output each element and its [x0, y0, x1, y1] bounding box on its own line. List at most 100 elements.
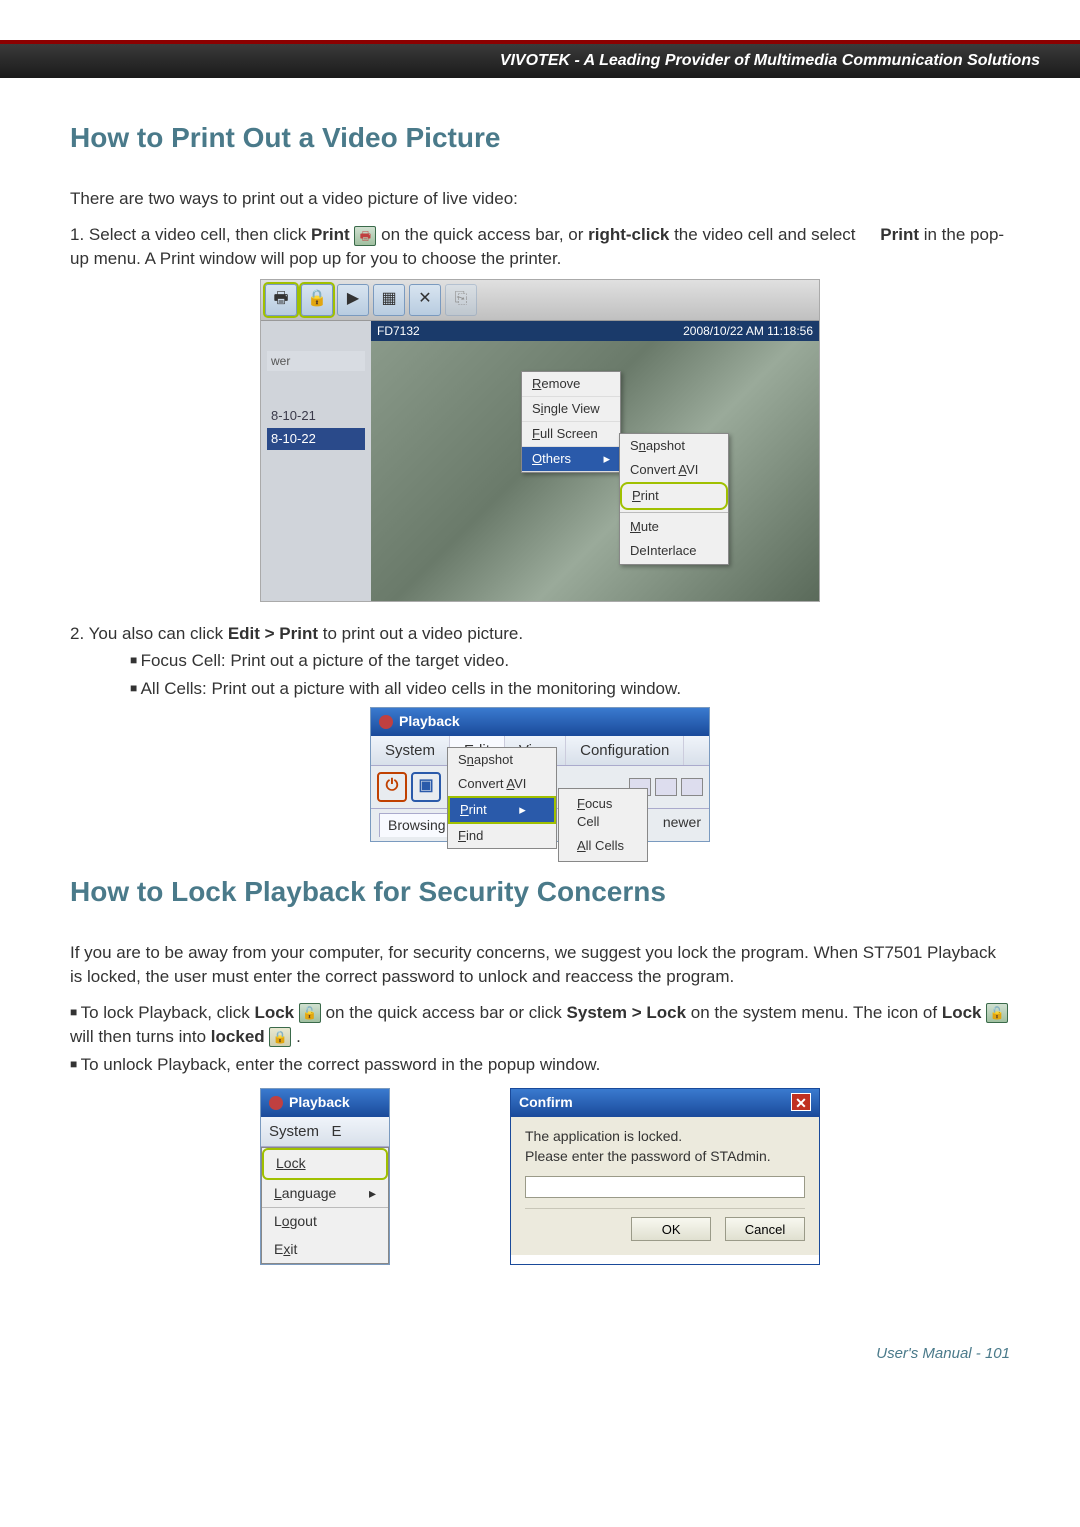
ctx-mute[interactable]: Mute — [620, 515, 728, 539]
page-footer: User's Manual - 101 — [0, 1325, 1080, 1402]
section1-title: How to Print Out a Video Picture — [70, 118, 1010, 157]
sys-language[interactable]: Language — [262, 1180, 388, 1208]
menu-configuration[interactable]: Configuration — [566, 736, 684, 765]
screenshot-context-menu: 🖶 🔒 ▶ ▦ ✕ ⎘ wer 8-10-21 8-10-22 FD7132 2… — [260, 279, 820, 602]
panel-header: wer — [267, 351, 365, 372]
page-content: How to Print Out a Video Picture There a… — [0, 78, 1080, 1325]
b1-text-b: on the quick access bar or click — [321, 1003, 567, 1022]
confirm-titlebar: Confirm ✕ — [511, 1089, 819, 1117]
confirm-line1: The application is locked. — [525, 1127, 805, 1147]
camera-name: FD7132 — [377, 323, 420, 340]
window-title-text: Playback — [289, 1093, 350, 1113]
system-dropdown: Lock Language Logout Exit — [261, 1147, 389, 1264]
section1-step1: 1. Select a video cell, then click Print… — [70, 223, 1010, 271]
step2-text-a: 2. You also can click — [70, 624, 228, 643]
ctx-others[interactable]: Others▸ — [522, 447, 620, 472]
tab-browsing[interactable]: Browsing — [379, 813, 455, 838]
ctx-convert-avi[interactable]: Convert AVI — [620, 458, 728, 482]
mini-icon-3[interactable] — [681, 778, 703, 796]
convert-button[interactable]: ▶ — [337, 284, 369, 316]
dd-convert-avi[interactable]: Convert AVI — [448, 772, 556, 796]
dd-snapshot[interactable]: Snapshot — [448, 748, 556, 772]
confirm-dialog: Confirm ✕ The application is locked. Ple… — [510, 1088, 820, 1265]
ctx-remove[interactable]: RRemoveemove — [522, 372, 620, 397]
b1-text-c: on the system menu. The icon of — [686, 1003, 942, 1022]
section1-intro: There are two ways to print out a video … — [70, 187, 1010, 211]
cancel-button[interactable]: Cancel — [725, 1217, 805, 1241]
print-button[interactable]: 🖶 — [265, 284, 297, 316]
mini-icon-2[interactable] — [655, 778, 677, 796]
b1-systemlock: System > Lock — [567, 1003, 687, 1022]
step1-text-c: the video cell and select — [669, 225, 860, 244]
step1-text-a: 1. Select a video cell, then click — [70, 225, 311, 244]
ctx-deinterlace[interactable]: DeInterlace — [620, 539, 728, 563]
power-icon[interactable]: ⏻ — [377, 772, 407, 802]
window-title-text: Playback — [399, 712, 460, 732]
context-submenu: Snapshot Convert AVI Print Mute DeInterl… — [619, 433, 729, 565]
snapshot-button[interactable]: ✕ — [409, 284, 441, 316]
close-icon[interactable]: ✕ — [791, 1093, 811, 1111]
quick-access-toolbar: 🖶 🔒 ▶ ▦ ✕ ⎘ — [261, 280, 819, 321]
screenshot-system-menu: Playback System E Lock Language Logout E… — [260, 1088, 390, 1265]
confirm-body: The application is locked. Please enter … — [511, 1117, 819, 1255]
ok-button[interactable]: OK — [631, 1217, 711, 1241]
bottom-screenshots: Playback System E Lock Language Logout E… — [70, 1088, 1010, 1265]
b1-text-e: . — [291, 1027, 300, 1046]
app-icon — [379, 715, 393, 729]
section2-p1: If you are to be away from your computer… — [70, 941, 1010, 989]
newer-label: newer — [663, 813, 701, 838]
step2-text-b: to print out a video picture. — [318, 624, 523, 643]
sys-exit[interactable]: Exit — [262, 1236, 388, 1264]
b1-locked: locked — [211, 1027, 265, 1046]
disabled-button: ⎘ — [445, 284, 477, 316]
page-header: VIVOTEK - A Leading Provider of Multimed… — [0, 40, 1080, 78]
window-title: Playback — [371, 708, 709, 736]
menu-e[interactable]: E — [332, 1123, 342, 1140]
video-caption: FD7132 2008/10/22 AM 11:18:56 — [371, 321, 819, 342]
ctx-single-view[interactable]: Single View — [522, 397, 620, 422]
date-panel: wer 8-10-21 8-10-22 — [261, 321, 371, 601]
footer-page: 101 — [985, 1345, 1010, 1362]
locked-icon: 🔒 — [269, 1027, 291, 1047]
confirm-line2: Please enter the password of STAdmin. — [525, 1147, 805, 1167]
sys-lock[interactable]: Lock — [262, 1148, 388, 1180]
context-menu: RRemoveemove Single View Full Screen Oth… — [521, 371, 621, 474]
menu-system[interactable]: System — [371, 736, 450, 765]
dd-find[interactable]: Find — [448, 824, 556, 848]
b1-text-a: To lock Playback, click — [81, 1003, 255, 1022]
password-input[interactable] — [525, 1176, 805, 1198]
print-icon: 🖶 — [354, 226, 376, 246]
app-icon — [269, 1096, 283, 1110]
confirm-buttons: OK Cancel — [525, 1208, 805, 1241]
video-area: wer 8-10-21 8-10-22 FD7132 2008/10/22 AM… — [261, 321, 819, 601]
ctx-snapshot[interactable]: Snapshot — [620, 434, 728, 458]
lock-button[interactable]: 🔒 — [301, 284, 333, 316]
section2-bullet2: To unlock Playback, enter the correct pa… — [70, 1053, 1010, 1077]
sys-logout[interactable]: Logout — [262, 1208, 388, 1236]
timestamp: 2008/10/22 AM 11:18:56 — [683, 323, 813, 340]
lock-icon: 🔓 — [299, 1003, 321, 1023]
sub-all-cells[interactable]: All Cells — [569, 834, 637, 858]
screen-icon[interactable]: ▣ — [411, 772, 441, 802]
footer-label: User's Manual - — [876, 1345, 985, 1362]
dd-print[interactable]: Print ▸ — [448, 796, 556, 824]
ctx-full-screen[interactable]: Full Screen — [522, 422, 620, 447]
step1-rightclick: right-click — [588, 225, 669, 244]
step1-print-bold2: Print — [880, 225, 919, 244]
b1-lock: Lock — [254, 1003, 294, 1022]
menu-system[interactable]: System — [269, 1123, 319, 1140]
bullet-all-cells: All Cells: Print out a picture with all … — [130, 677, 1010, 701]
window-title: Playback — [261, 1089, 389, 1117]
screenshot-edit-menu: Playback System Edit View Configuration … — [370, 707, 710, 842]
sub-focus-cell[interactable]: Focus Cell — [569, 792, 637, 834]
step2-editprint: Edit > Print — [228, 624, 318, 643]
section2-bullet1: To lock Playback, click Lock 🔓 on the qu… — [70, 1001, 1010, 1049]
date-item[interactable]: 8-10-21 — [267, 405, 365, 427]
date-item-selected[interactable]: 8-10-22 — [267, 428, 365, 450]
section1-step2: 2. You also can click Edit > Print to pr… — [70, 622, 1010, 646]
bullet-focus-cell: Focus Cell: Print out a picture of the t… — [130, 649, 1010, 673]
video-cell[interactable]: FD7132 2008/10/22 AM 11:18:56 RRemoveemo… — [371, 321, 819, 601]
b1-text-d: will then turns into — [70, 1027, 211, 1046]
grid-button[interactable]: ▦ — [373, 284, 405, 316]
ctx-print[interactable]: Print — [620, 482, 728, 510]
